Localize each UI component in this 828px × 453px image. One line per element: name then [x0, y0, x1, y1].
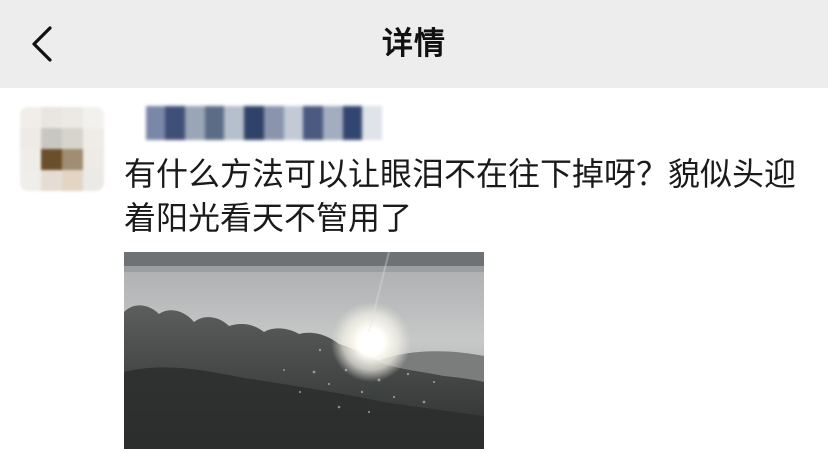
post-text: 有什么方法可以让眼泪不在往下掉呀？貌似头迎着阳光看天不管用了	[124, 155, 797, 237]
post-image[interactable]	[124, 252, 484, 449]
photo-icon	[124, 252, 484, 449]
page-title: 详情	[382, 26, 446, 62]
detail-page: 详情 有什么方法可以让眼泪不在往下掉呀？貌似头迎着阳光看天不管用了	[0, 0, 828, 453]
avatar[interactable]	[20, 107, 104, 191]
author-name[interactable]	[126, 106, 382, 140]
top-navigation-bar: 详情	[0, 0, 828, 88]
